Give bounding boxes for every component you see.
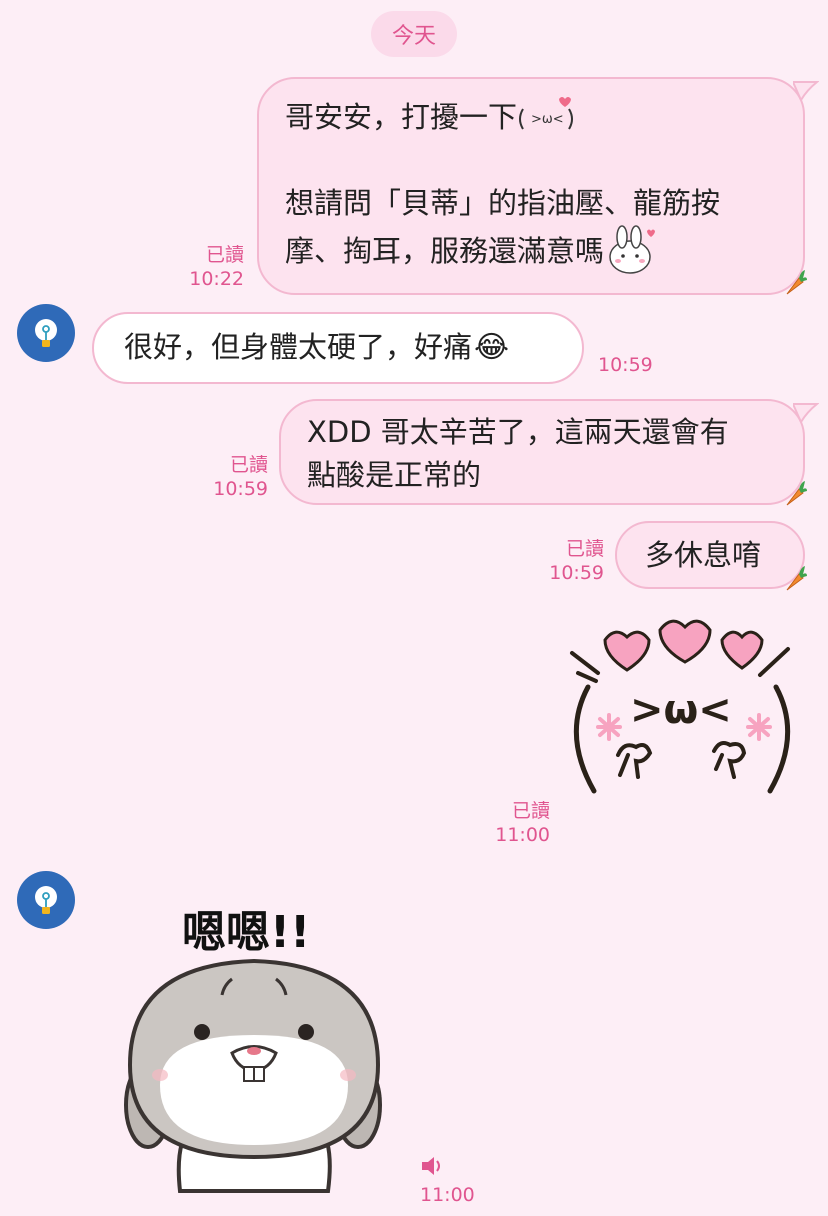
message-meta: 已讀 10:59: [200, 453, 268, 501]
timestamp: 10:59: [598, 354, 653, 376]
timestamp: 11:00: [420, 1184, 475, 1206]
message-text: XDD 哥太辛苦了，這兩天還會有: [307, 415, 729, 449]
sticker-text: >ω<: [630, 687, 732, 733]
heart-icon: [603, 630, 651, 672]
kaomoji-icon: >ω<: [519, 97, 574, 130]
speaker-icon[interactable]: [420, 1155, 446, 1177]
outgoing-message-bubble[interactable]: XDD 哥太辛苦了，這兩天還會有 點酸是正常的: [279, 399, 805, 505]
svg-text:>ω<: >ω<: [531, 112, 564, 127]
read-receipt: 已讀: [229, 454, 268, 476]
message-meta: 11:00: [420, 1155, 480, 1207]
carrot-icon: [786, 566, 807, 591]
sticker-text: 嗯嗯!!: [182, 907, 310, 958]
message-meta: 已讀 11:00: [482, 799, 550, 847]
outgoing-message-bubble[interactable]: 哥安安，打擾一下 >ω< 想請問「貝蒂」的指油壓、龍筋按 摩、掏耳，服務還滿意嗎: [257, 77, 805, 295]
outgoing-message-bubble[interactable]: 多休息唷: [615, 521, 805, 589]
message-meta: 已讀 10:59: [536, 537, 604, 585]
timestamp: 10:59: [213, 478, 268, 500]
carrot-icon: [786, 481, 807, 506]
read-receipt: 已讀: [511, 800, 550, 822]
carrot-icon: [786, 270, 807, 295]
message-text: 摩、掏耳，服務還滿意嗎: [285, 233, 605, 268]
timestamp: 10:22: [189, 268, 244, 290]
date-divider: 今天: [371, 11, 457, 57]
read-receipt: 已讀: [205, 244, 244, 266]
incoming-message-bubble[interactable]: 很好，但身體太硬了，好痛 😂: [92, 312, 584, 384]
contact-avatar[interactable]: [17, 871, 75, 929]
read-receipt: 已讀: [565, 538, 604, 560]
kaomoji-sticker[interactable]: >ω<: [560, 615, 805, 800]
message-meta: 已讀 10:22: [180, 243, 244, 291]
timestamp: 11:00: [495, 824, 550, 846]
bubble-tail: [793, 403, 819, 424]
heart-icon: [720, 630, 764, 670]
timestamp: 10:59: [549, 562, 604, 584]
contact-avatar[interactable]: [17, 304, 75, 362]
message-text: 多休息唷: [645, 538, 762, 572]
lightbulb-icon: [35, 319, 57, 347]
message-text: 哥安安，打擾一下: [285, 99, 518, 134]
message-text: 想請問「貝蒂」的指油壓、龍筋按: [285, 186, 721, 220]
message-text: 點酸是正常的: [307, 458, 482, 492]
bunny-sticker-icon: [609, 225, 656, 274]
laughing-emoji-icon: 😂: [474, 330, 510, 365]
bubble-tail: [793, 81, 819, 102]
message-text: 很好，但身體太硬了，好痛: [124, 330, 473, 364]
heart-icon: [658, 619, 712, 664]
lightbulb-icon: [35, 886, 57, 914]
hamster-sticker[interactable]: 嗯嗯!!: [120, 895, 390, 1195]
